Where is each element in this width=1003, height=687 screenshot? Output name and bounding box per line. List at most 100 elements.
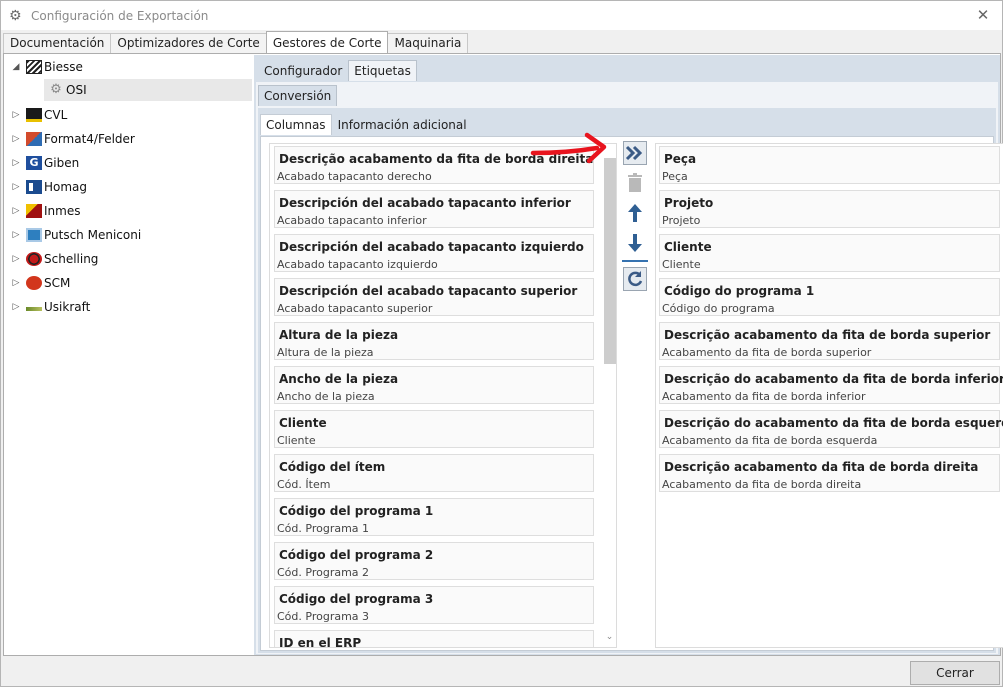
item-subtitle: Acabado tapacanto derecho (277, 170, 432, 183)
scroll-thumb[interactable] (604, 158, 616, 364)
list-item[interactable]: Descripción del acabado tapacanto inferi… (274, 190, 594, 228)
tree-item-schelling[interactable]: ▷ Schelling (10, 248, 98, 270)
subtab-strip-1: Configurador Etiquetas (258, 60, 417, 81)
tab-informacion-adicional[interactable]: Información adicional (331, 114, 473, 135)
add-all-button[interactable] (623, 141, 647, 165)
item-subtitle: Acabado tapacanto superior (277, 302, 433, 315)
item-title: Ancho de la pieza (279, 372, 399, 386)
list-item[interactable]: Código do programa 1 Código do programa (659, 278, 1000, 316)
list-item[interactable]: Descrição acabamento da fita de borda su… (659, 322, 1000, 360)
list-item[interactable]: Descrição acabamento da fita de borda di… (659, 454, 1000, 492)
item-title: ID en el ERP (279, 636, 362, 648)
move-down-button[interactable] (623, 231, 647, 255)
expand-arrow-icon[interactable]: ▷ (10, 302, 22, 312)
expand-arrow-icon[interactable]: ▷ (10, 206, 22, 216)
list-item[interactable]: Ancho de la pieza Ancho de la pieza (274, 366, 594, 404)
list-item[interactable]: Código del ítem Cód. Ítem (274, 454, 594, 492)
tree-item-scm[interactable]: ▷ SCM (10, 272, 70, 294)
tab-optimizadores[interactable]: Optimizadores de Corte (110, 33, 267, 53)
collapse-arrow-icon[interactable]: ◢ (10, 62, 22, 72)
tab-conversion[interactable]: Conversión (258, 85, 338, 106)
selected-columns-list[interactable]: Peça Peça Projeto Projeto Cliente Client… (655, 143, 1003, 648)
double-chevron-right-icon (625, 145, 643, 161)
globe-icon (26, 252, 42, 266)
tree-item-homag[interactable]: ▷ Homag (10, 176, 87, 198)
expand-arrow-icon[interactable]: ▷ (10, 134, 22, 144)
list-item[interactable]: Peça Peça (659, 146, 1000, 184)
separator (622, 260, 648, 262)
tab-documentacion[interactable]: Documentación (3, 33, 112, 53)
list-item[interactable]: Altura de la pieza Altura de la pieza (274, 322, 594, 360)
item-title: Cliente (664, 240, 712, 254)
item-subtitle: Acabamento da fita de borda inferior (662, 390, 866, 403)
tree-item-usikraft[interactable]: ▷ Usikraft (10, 296, 91, 318)
tree-item-giben[interactable]: ▷ G Giben (10, 152, 79, 174)
item-title: Peça (664, 152, 697, 166)
item-title: Cliente (279, 416, 327, 430)
tree-item-putsch[interactable]: ▷ Putsch Meniconi (10, 224, 141, 246)
expand-arrow-icon[interactable]: ▷ (10, 230, 22, 240)
list-item[interactable]: Cliente Cliente (274, 410, 594, 448)
tree-item-format4[interactable]: ▷ Format4/Felder (10, 128, 135, 150)
cvl-logo-icon (26, 108, 42, 122)
homag-logo-icon (26, 180, 42, 194)
top-tab-strip: Documentación Optimizadores de Corte Ges… (3, 31, 469, 53)
list-item[interactable]: Descrição do acabamento da fita de borda… (659, 410, 1003, 448)
list-item[interactable]: Código del programa 3 Cód. Programa 3 (274, 586, 594, 624)
gear-icon: ⚙ (9, 7, 22, 24)
item-title: Código do programa 1 (664, 284, 815, 298)
expand-arrow-icon[interactable]: ▷ (10, 110, 22, 120)
tree-item-biesse[interactable]: ◢ Biesse (10, 56, 83, 78)
item-subtitle: Cód. Programa 3 (277, 610, 370, 623)
tree-item-label: Biesse (44, 60, 83, 74)
close-window-button[interactable]: ✕ (974, 6, 992, 24)
list-item[interactable]: Código del programa 2 Cód. Programa 2 (274, 542, 594, 580)
scm-logo-icon (26, 276, 42, 290)
list-item[interactable]: Código del programa 1 Cód. Programa 1 (274, 498, 594, 536)
expand-arrow-icon[interactable]: ▷ (10, 254, 22, 264)
expand-arrow-icon[interactable]: ▷ (10, 182, 22, 192)
scroll-down-icon[interactable]: ⌄ (602, 632, 616, 642)
list-item[interactable]: Descrição do acabamento da fita de borda… (659, 366, 1003, 404)
tab-configurador[interactable]: Configurador (258, 60, 349, 81)
tree-item-inmes[interactable]: ▷ Inmes (10, 200, 80, 222)
close-button[interactable]: Cerrar (910, 661, 1000, 685)
list-item[interactable]: Descripción del acabado tapacanto izquie… (274, 234, 594, 272)
tree-item-osi[interactable]: ⚙ OSI (44, 79, 252, 101)
delete-button[interactable] (623, 171, 647, 195)
item-subtitle: Projeto (662, 214, 701, 227)
item-subtitle: Código do programa (662, 302, 775, 315)
item-title: Descrição acabamento da fita de borda di… (279, 152, 594, 166)
giben-logo-icon: G (26, 156, 42, 170)
tab-maquinaria[interactable]: Maquinaria (387, 33, 469, 53)
tab-gestores[interactable]: Gestores de Corte (265, 31, 389, 53)
expand-arrow-icon[interactable]: ▷ (10, 158, 22, 168)
tree-item-cvl[interactable]: ▷ CVL (10, 104, 67, 126)
item-subtitle: Acabamento da fita de borda superior (662, 346, 872, 359)
usikraft-logo-icon (26, 307, 42, 311)
item-subtitle: Cliente (277, 434, 316, 447)
tab-columnas[interactable]: Columnas (260, 114, 332, 135)
tree-item-label: Schelling (44, 252, 99, 266)
trash-icon (628, 173, 642, 192)
refresh-icon (628, 271, 643, 287)
vertical-scrollbar[interactable]: ⌄ (602, 144, 616, 647)
format4-logo-icon (26, 132, 42, 146)
list-item[interactable]: Descrição acabamento da fita de borda di… (274, 146, 594, 184)
columns-panel: Descrição acabamento da fita de borda di… (260, 136, 1003, 651)
tree-item-label: Homag (44, 180, 88, 194)
list-item[interactable]: Descripción del acabado tapacanto superi… (274, 278, 594, 316)
export-config-window: ⚙ Configuración de Exportación ✕ Documen… (0, 0, 1003, 687)
item-subtitle: Acabamento da fita de borda esquerda (662, 434, 878, 447)
item-title: Código del programa 3 (279, 592, 434, 606)
move-up-button[interactable] (623, 201, 647, 225)
available-columns-list[interactable]: Descrição acabamento da fita de borda di… (269, 143, 617, 648)
list-item[interactable]: ID en el ERP (274, 630, 594, 648)
list-item[interactable]: Cliente Cliente (659, 234, 1000, 272)
window-title: Configuración de Exportación (31, 8, 209, 23)
list-item[interactable]: Projeto Projeto (659, 190, 1000, 228)
expand-arrow-icon[interactable]: ▷ (10, 278, 22, 288)
reset-button[interactable] (623, 267, 647, 291)
item-title: Altura de la pieza (279, 328, 399, 342)
tab-etiquetas[interactable]: Etiquetas (348, 60, 417, 81)
